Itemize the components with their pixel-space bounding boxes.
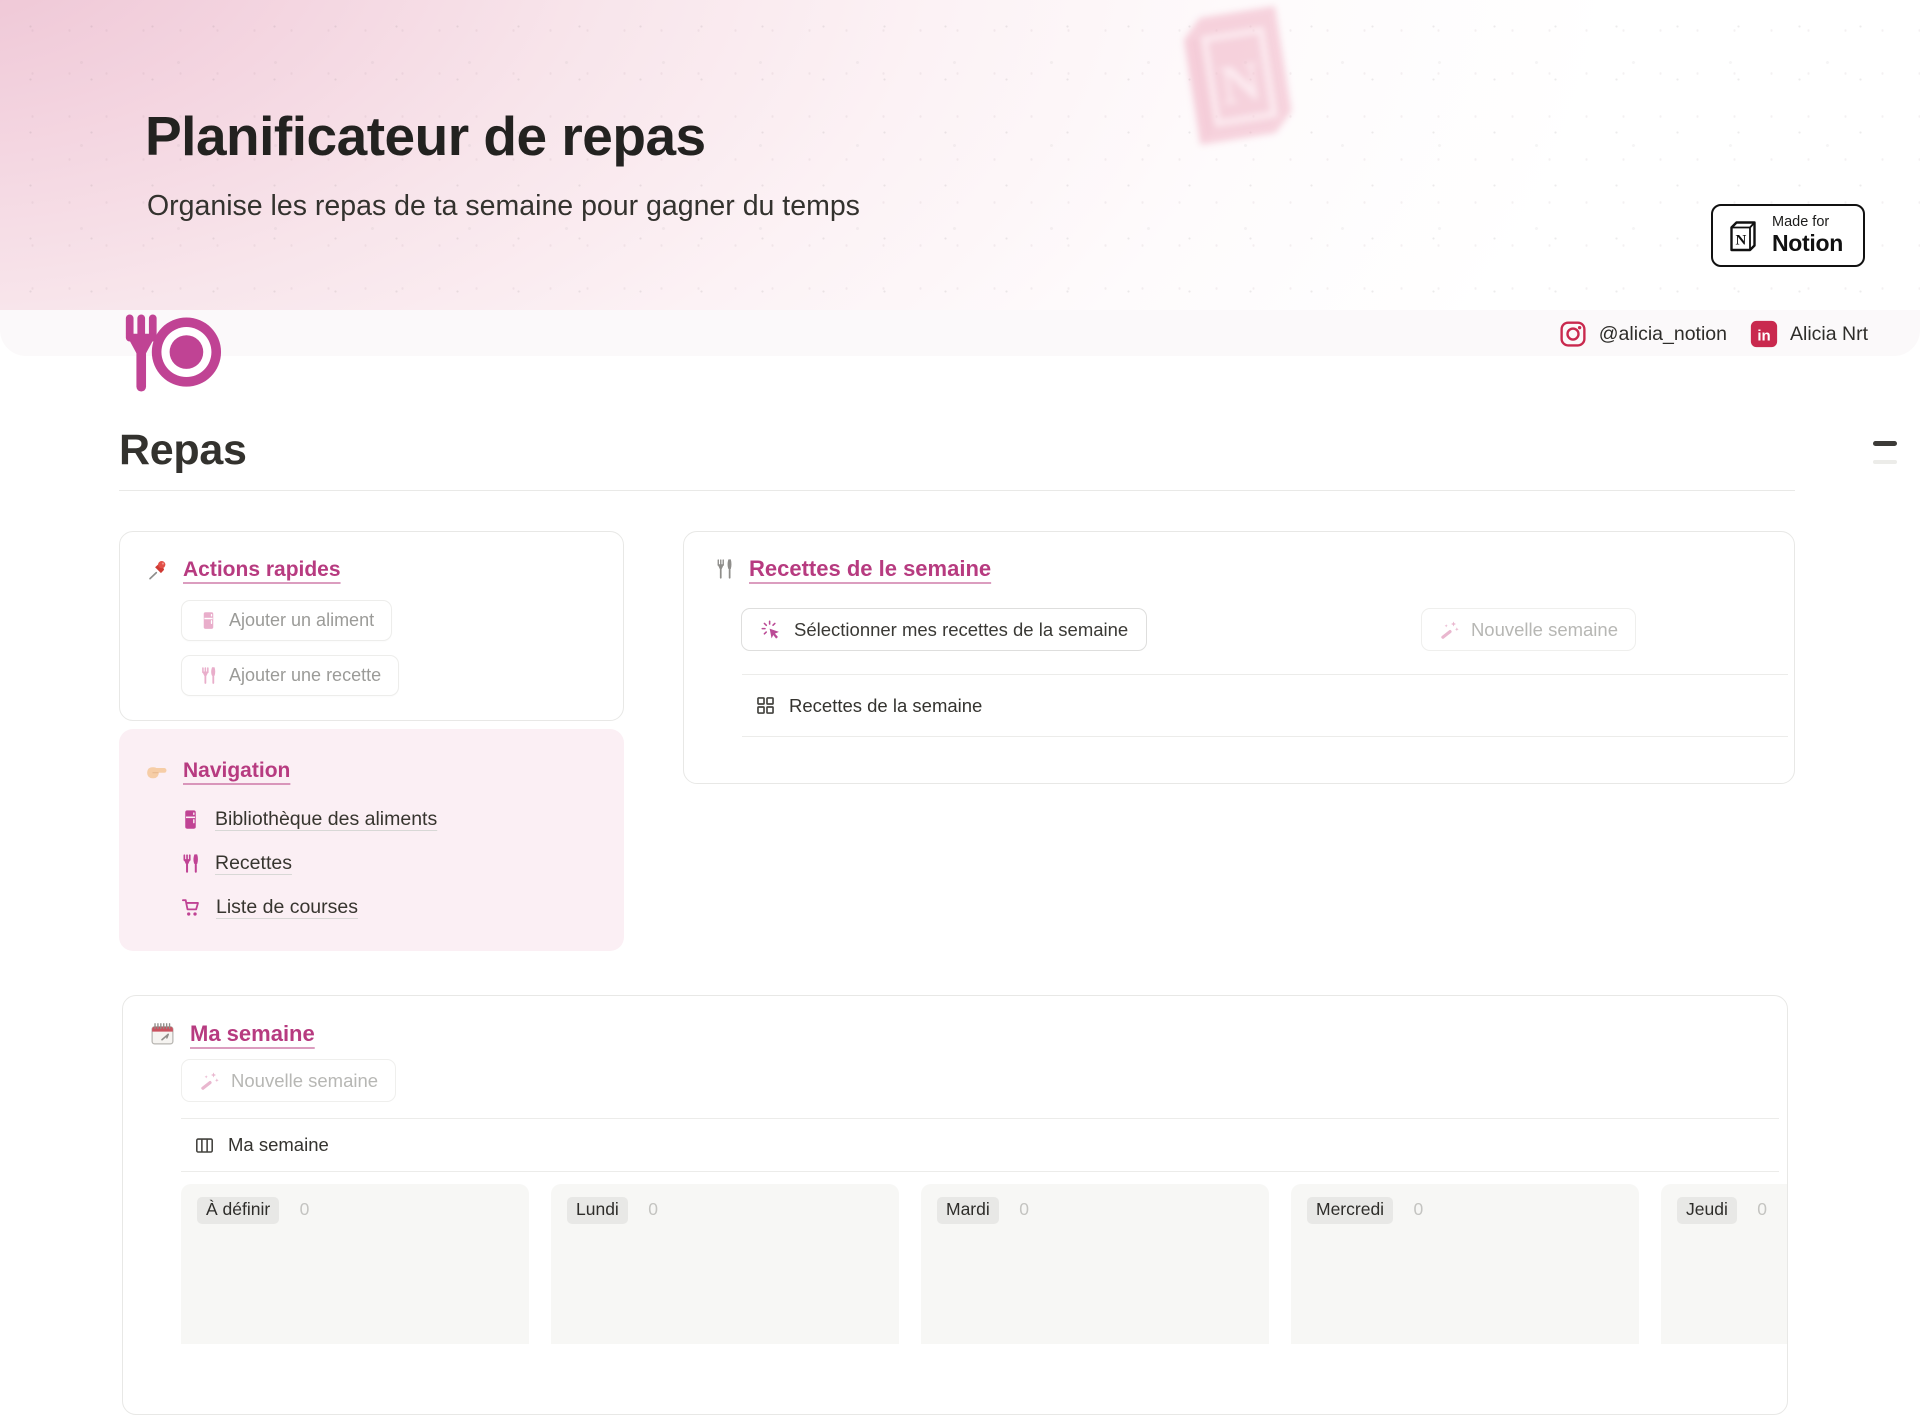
- nav-link-food-library-label: Bibliothèque des aliments: [215, 808, 437, 831]
- nav-link-shopping-list-label: Liste de courses: [216, 896, 358, 919]
- column-count: 0: [1019, 1199, 1029, 1219]
- column-chip[interactable]: À définir: [197, 1197, 279, 1224]
- column-chip[interactable]: Mardi: [937, 1197, 999, 1224]
- select-recipes-label: Sélectionner mes recettes de la semaine: [794, 619, 1128, 641]
- add-recipe-button[interactable]: Ajouter une recette: [181, 655, 399, 696]
- fork-plate-icon[interactable]: [122, 313, 222, 394]
- weekly-recipes-title[interactable]: Recettes de le semaine: [749, 556, 991, 582]
- instagram-icon: [1558, 319, 1588, 349]
- page-header: N Planificateur de repas Organise les re…: [0, 0, 1920, 356]
- made-for-notion-badge[interactable]: N Made for Notion: [1711, 204, 1865, 267]
- title-divider: [119, 490, 1795, 491]
- view-tab-my-week[interactable]: Ma semaine: [181, 1119, 1779, 1172]
- nav-link-recipes[interactable]: Recettes: [180, 852, 604, 875]
- nav-link-shopping-list[interactable]: Liste de courses: [180, 896, 604, 919]
- fridge-icon: [180, 809, 201, 830]
- nav-link-recipes-label: Recettes: [215, 852, 292, 875]
- linkedin-icon: in: [1749, 319, 1779, 349]
- hero-subtitle: Organise les repas de ta semaine pour ga…: [147, 190, 860, 223]
- page-content: Repas Actions rapides: [0, 356, 1920, 1415]
- new-week-button-recipes[interactable]: Nouvelle semaine: [1421, 608, 1636, 651]
- board-column-thursday: Jeudi 0: [1661, 1184, 1787, 1344]
- gallery-grid-icon: [755, 695, 776, 716]
- view-tab-weekly-recipes[interactable]: Recettes de la semaine: [742, 675, 1788, 737]
- add-food-label: Ajouter un aliment: [229, 610, 374, 631]
- navigation-card: Navigation Bibliothèque des aliment: [119, 729, 624, 951]
- nav-link-food-library[interactable]: Bibliothèque des aliments: [180, 808, 604, 831]
- hero-title: Planificateur de repas: [145, 104, 706, 168]
- board-column-tuesday: Mardi 0: [921, 1184, 1269, 1344]
- pointing-hand-icon: [145, 759, 169, 783]
- svg-text:in: in: [1757, 327, 1770, 344]
- my-week-title[interactable]: Ma semaine: [190, 1021, 315, 1047]
- magic-wand-icon: [1439, 619, 1460, 640]
- click-select-icon: [760, 619, 782, 641]
- board-columns-icon: [194, 1135, 215, 1156]
- navigation-title[interactable]: Navigation: [183, 759, 290, 783]
- fork-knife-icon: [199, 666, 218, 685]
- fridge-icon: [199, 611, 218, 630]
- weekly-recipes-card: Recettes de le semaine: [683, 531, 1795, 784]
- instagram-handle: @alicia_notion: [1599, 323, 1727, 346]
- new-week-button-my-week[interactable]: Nouvelle semaine: [181, 1059, 396, 1102]
- notion-cube-icon: N: [1725, 218, 1761, 254]
- quick-actions-card: Actions rapides Ajouter un aliment: [119, 531, 624, 721]
- add-recipe-label: Ajouter une recette: [229, 665, 381, 686]
- view-tab-weekly-recipes-label: Recettes de la semaine: [789, 695, 982, 717]
- linkedin-name: Alicia Nrt: [1790, 323, 1868, 346]
- new-week-my-week-label: Nouvelle semaine: [231, 1070, 378, 1092]
- view-tab-my-week-label: Ma semaine: [228, 1134, 329, 1156]
- add-food-button[interactable]: Ajouter un aliment: [181, 600, 392, 641]
- select-recipes-button[interactable]: Sélectionner mes recettes de la semaine: [741, 608, 1147, 651]
- new-week-label: Nouvelle semaine: [1471, 619, 1618, 641]
- board-column-monday: Lundi 0: [551, 1184, 899, 1344]
- linkedin-link[interactable]: in Alicia Nrt: [1749, 319, 1868, 349]
- badge-line2: Notion: [1772, 231, 1843, 256]
- notion-cube-watermark-icon: N: [1147, 0, 1321, 163]
- spiral-calendar-icon: [149, 1020, 176, 1047]
- week-board: À définir 0 Lundi 0 Mardi 0 Mercredi 0 J…: [181, 1184, 1787, 1344]
- column-chip[interactable]: Jeudi: [1677, 1197, 1737, 1224]
- column-count: 0: [648, 1199, 658, 1219]
- column-chip[interactable]: Lundi: [567, 1197, 628, 1224]
- page-title: Repas: [119, 356, 1795, 475]
- quick-actions-title[interactable]: Actions rapides: [183, 558, 341, 582]
- svg-text:N: N: [1735, 232, 1746, 248]
- instagram-link[interactable]: @alicia_notion: [1558, 319, 1727, 349]
- column-count: 0: [300, 1199, 310, 1219]
- column-chip[interactable]: Mercredi: [1307, 1197, 1393, 1224]
- board-column-wednesday: Mercredi 0: [1291, 1184, 1639, 1344]
- board-column-undefined: À définir 0: [181, 1184, 529, 1344]
- pushpin-icon: [146, 559, 169, 582]
- my-week-card: Ma semaine Nouvelle semaine: [122, 995, 1788, 1415]
- magic-wand-icon: [199, 1070, 220, 1091]
- fork-knife-gray-icon: [713, 558, 735, 580]
- cart-icon: [180, 897, 202, 919]
- social-row: @alicia_notion in Alicia Nrt: [1558, 319, 1868, 349]
- column-count: 0: [1414, 1199, 1424, 1219]
- column-count: 0: [1757, 1199, 1767, 1219]
- badge-line1: Made for: [1772, 215, 1843, 231]
- fork-knife-icon: [180, 853, 201, 874]
